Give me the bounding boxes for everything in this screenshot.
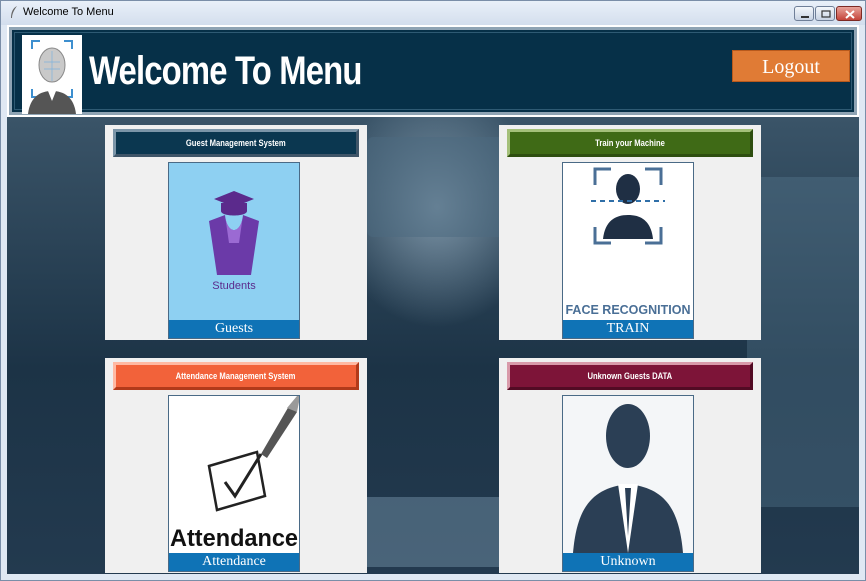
- feather-icon: [11, 6, 17, 18]
- face-recognition-icon: FACE RECOGNITION: [563, 163, 693, 320]
- logout-button[interactable]: Logout: [732, 50, 850, 82]
- minimize-button[interactable]: [794, 6, 814, 21]
- image-label: FACE RECOGNITION: [565, 303, 690, 317]
- maximize-button[interactable]: [815, 6, 835, 21]
- card-banner: Guest Management System: [113, 129, 359, 157]
- card-caption: Attendance: [169, 553, 299, 571]
- card-caption: Unknown: [563, 553, 693, 571]
- silhouette-icon: [563, 396, 693, 553]
- card-banner: Unknown Guests DATA: [507, 362, 753, 390]
- image-label: Students: [212, 280, 256, 292]
- card-train-machine: Train your Machine FACE RECOGNITION TRAI…: [499, 125, 761, 340]
- attendance-button[interactable]: Attendance Attendance: [168, 395, 300, 572]
- window-title: Welcome To Menu: [23, 6, 114, 18]
- header-bar: Welcome To Menu Logout: [9, 27, 857, 115]
- title-bar: Welcome To Menu: [1, 1, 865, 25]
- main-area: Welcome To Menu Logout Guest Management …: [7, 25, 859, 574]
- card-attendance-management: Attendance Management System Attendance …: [105, 358, 367, 573]
- card-banner: Train your Machine: [507, 129, 753, 157]
- card-guest-management: Guest Management System Students Guests: [105, 125, 367, 340]
- card-caption: TRAIN: [563, 320, 693, 338]
- app-window: Welcome To Menu Welcome To Menu Logout G…: [0, 0, 866, 581]
- face-scan-icon: [22, 35, 82, 114]
- image-label: Attendance: [170, 525, 298, 552]
- checkbox-pen-icon: Attendance: [169, 396, 299, 553]
- close-button[interactable]: [836, 6, 862, 21]
- students-icon: Students: [169, 163, 299, 320]
- card-unknown-guests: Unknown Guests DATA Unknown: [499, 358, 761, 573]
- card-caption: Guests: [169, 320, 299, 338]
- card-banner: Attendance Management System: [113, 362, 359, 390]
- page-title: Welcome To Menu: [89, 49, 362, 93]
- train-button[interactable]: FACE RECOGNITION TRAIN: [562, 162, 694, 339]
- guests-button[interactable]: Students Guests: [168, 162, 300, 339]
- unknown-button[interactable]: Unknown: [562, 395, 694, 572]
